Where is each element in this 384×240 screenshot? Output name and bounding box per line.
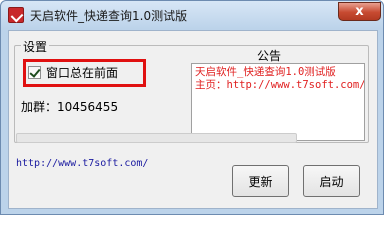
close-button[interactable]: x (338, 2, 381, 21)
main-window: 天启软件_快递查询1.0测试版 x 设置 窗口总在前面 加群：10456455 … (0, 0, 384, 215)
title-bar[interactable]: 天启软件_快递查询1.0测试版 x (1, 1, 383, 29)
qq-group-label: 加群：10456455 (21, 100, 119, 114)
app-icon (8, 7, 24, 23)
settings-group: 设置 窗口总在前面 加群：10456455 公告 天启软件_快递查询1.0测试版… (14, 38, 369, 143)
settings-group-title: 设置 (21, 38, 50, 55)
update-button[interactable]: 更新 (232, 165, 289, 197)
homepage-link[interactable]: http://www.t7soft.com/ (16, 158, 148, 169)
always-on-top-checkbox[interactable]: 窗口总在前面 (28, 64, 118, 81)
notice-line: 主页：http://www.t7soft.com/ (195, 79, 365, 91)
notice-title: 公告 (257, 49, 282, 63)
window-title: 天启软件_快递查询1.0测试版 (30, 9, 188, 23)
start-button[interactable]: 启动 (303, 165, 360, 197)
notice-line: 天启软件_快递查询1.0测试版 (195, 66, 336, 78)
always-on-top-label: 窗口总在前面 (46, 66, 119, 80)
checkbox-checked-icon[interactable] (28, 66, 41, 79)
client-area: 设置 窗口总在前面 加群：10456455 公告 天启软件_快递查询1.0测试版… (8, 30, 378, 209)
notice-textbox[interactable]: 天启软件_快递查询1.0测试版 主页：http://www.t7soft.com… (191, 63, 365, 141)
progress-bar (16, 133, 297, 143)
